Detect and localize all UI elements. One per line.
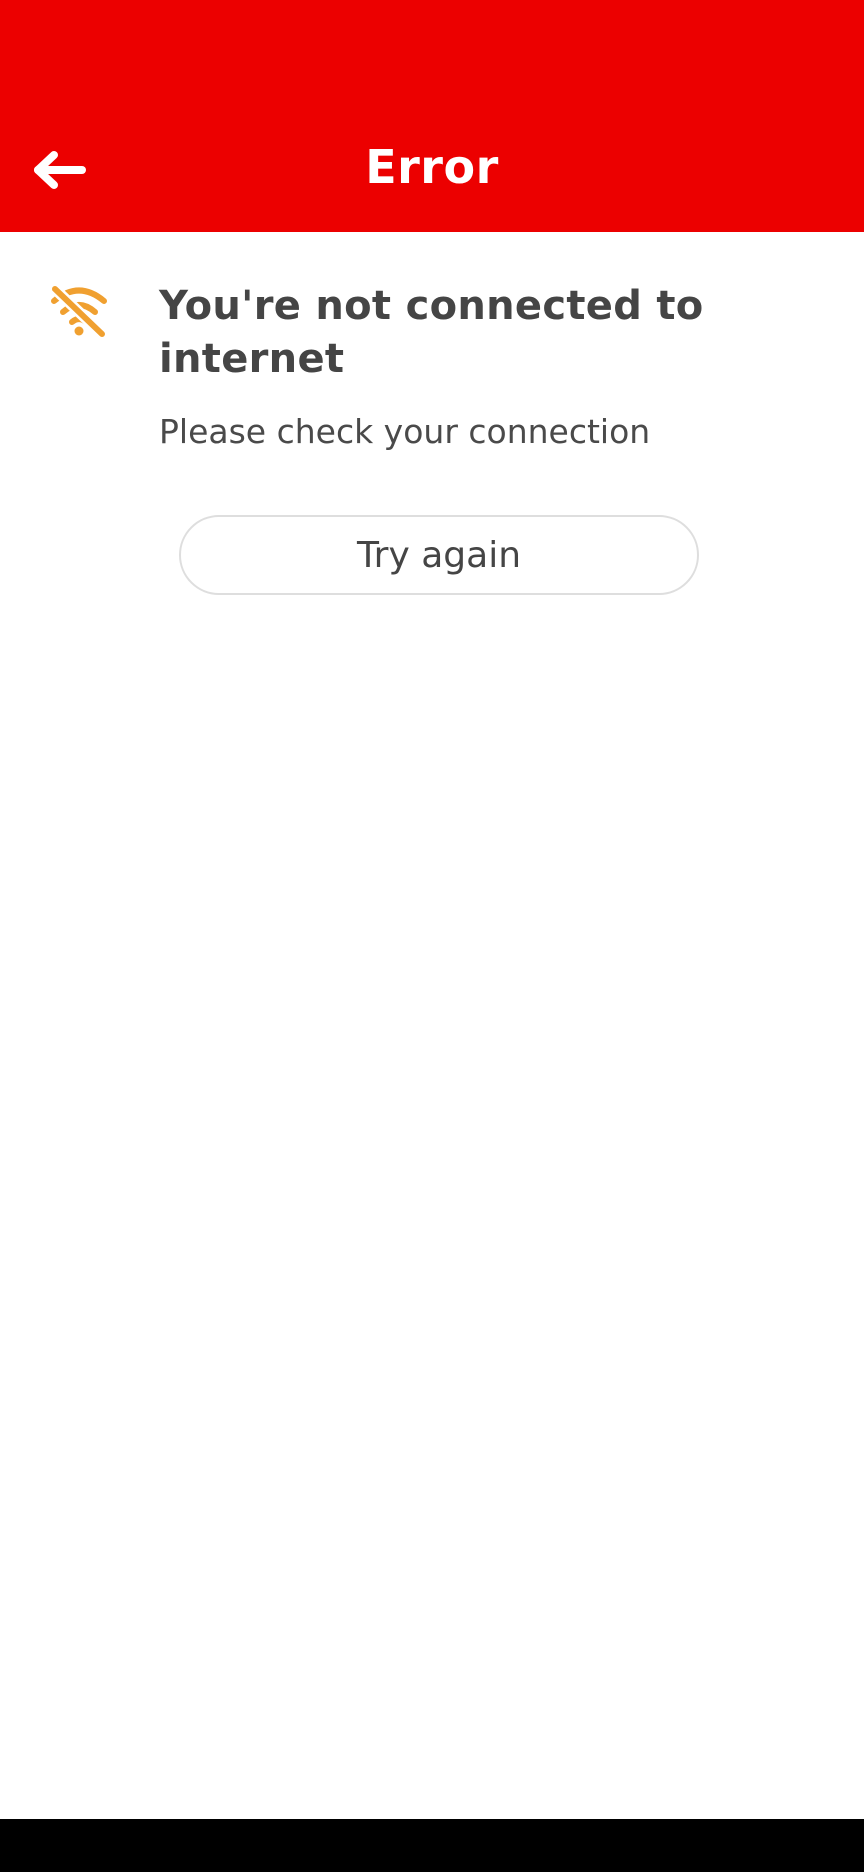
error-title: You're not connected to internet: [159, 283, 704, 382]
page-title: Error: [365, 140, 499, 194]
try-again-button[interactable]: Try again: [179, 515, 699, 595]
app-bar: Error: [0, 0, 864, 232]
navigation-bar: [0, 1819, 864, 1872]
wifi-off-icon: [49, 284, 108, 338]
error-subtitle: Please check your connection: [159, 412, 651, 451]
